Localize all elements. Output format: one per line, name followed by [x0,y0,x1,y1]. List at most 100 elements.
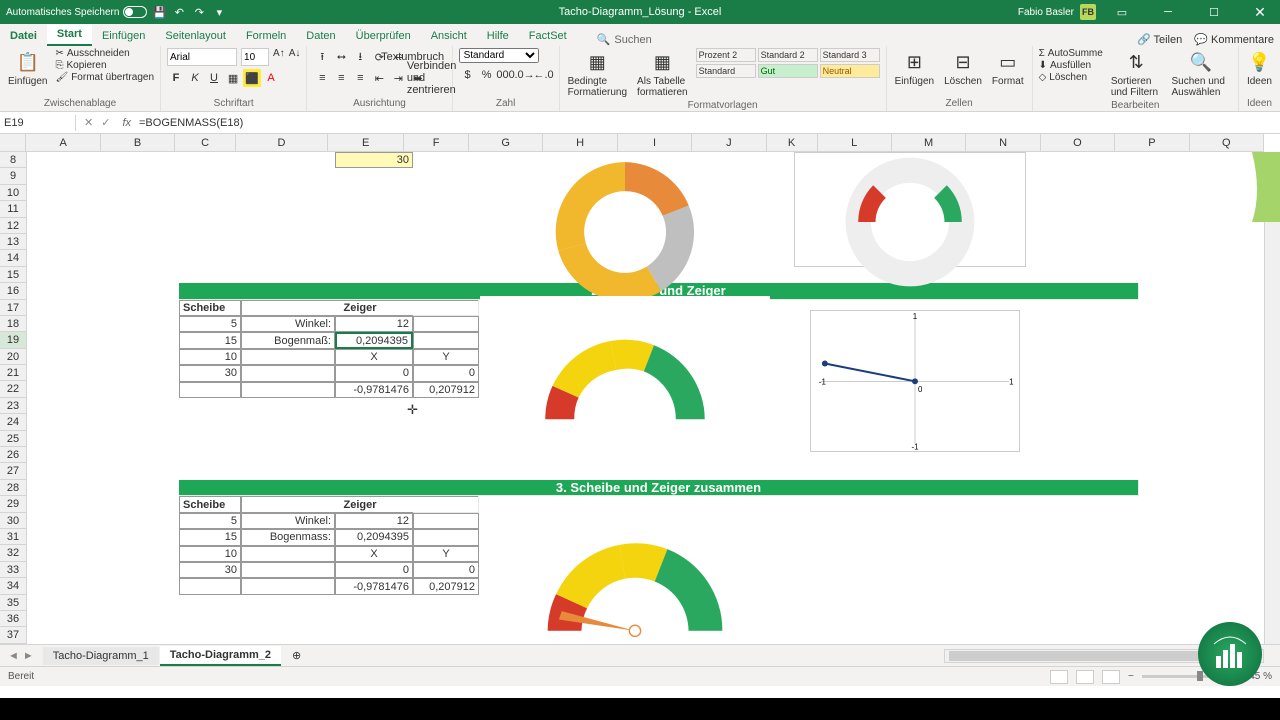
view-pagebreak-icon[interactable] [1102,670,1120,684]
save-icon[interactable]: 💾 [151,4,167,20]
cell[interactable]: 0,207912 [413,578,479,594]
fill-button[interactable]: ⬇ Ausfüllen [1039,60,1103,71]
font-family-select[interactable] [167,48,237,66]
cell[interactable]: 0,207912 [413,382,479,398]
conditional-formatting-button[interactable]: ▦Bedingte Formatierung [566,48,629,100]
grow-font-icon[interactable]: A↑ [273,48,285,66]
align-mid-icon[interactable]: ⭤ [332,48,350,66]
insert-cells-button[interactable]: ⊞Einfügen [893,48,936,89]
merge-center-button[interactable]: ⬌ Verbinden und zentrieren [408,69,445,87]
delete-cells-button[interactable]: ⊟Löschen [942,48,984,89]
format-as-table-button[interactable]: ▦Als Tabelle formatieren [635,48,690,100]
tab-seitenlayout[interactable]: Seitenlayout [155,26,236,46]
column-headers[interactable]: A B C D E F G H I J K L M N O P Q [0,134,1264,152]
find-select-button[interactable]: 🔍Suchen und Auswählen [1170,48,1232,100]
dec-decimal-icon[interactable]: ←.0 [535,66,553,84]
cell[interactable]: Bogenmaß: [241,332,335,348]
undo-icon[interactable]: ↶ [171,4,187,20]
sheet-tab-1[interactable]: Tacho-Diagramm_1 [43,647,159,665]
style-prozent2[interactable]: Prozent 2 [696,48,756,62]
cell[interactable]: Bogenmass: [241,529,335,545]
tab-ueberpruefen[interactable]: Überprüfen [346,26,421,46]
bold-button[interactable]: F [167,69,185,87]
cell[interactable]: Y [413,349,479,365]
sheet-tab-2[interactable]: Tacho-Diagramm_2 [160,646,281,666]
chart-gauge-2[interactable] [480,296,770,456]
view-normal-icon[interactable] [1050,670,1068,684]
cancel-formula-icon[interactable]: ✕ [84,116,93,129]
cell[interactable]: 0,2094395 [335,332,413,348]
tab-ansicht[interactable]: Ansicht [421,26,477,46]
cell[interactable]: 12 [335,316,413,332]
format-painter-button[interactable]: 🖌 Format übertragen [55,72,154,83]
cell[interactable] [413,529,479,545]
name-box[interactable]: E19 [0,115,76,131]
tab-start[interactable]: Start [47,24,92,46]
chart-donut-2[interactable] [794,152,1026,267]
formula-input[interactable]: =BOGENMASS(E18) [135,115,247,131]
cell[interactable]: 30 [179,365,241,381]
font-color-button[interactable]: A [262,69,280,87]
share-button[interactable]: 🔗 Teilen [1137,33,1182,46]
cell[interactable] [413,513,479,529]
cell[interactable] [179,382,241,398]
style-standard3[interactable]: Standard 3 [820,48,880,62]
fx-icon[interactable]: fx [118,117,135,129]
format-cells-button[interactable]: ▭Format [990,48,1026,89]
border-button[interactable]: ▦ [224,69,242,87]
chart-xy-pointer[interactable]: 1 -1 -1 1 0 [810,310,1020,452]
tab-einfuegen[interactable]: Einfügen [92,26,155,46]
vertical-scrollbar[interactable] [1264,152,1280,644]
worksheet-area[interactable]: A B C D E F G H I J K L M N O P Q 891011… [0,134,1280,644]
cell[interactable]: 12 [335,513,413,529]
cell[interactable] [241,546,335,562]
fill-color-button[interactable]: ⬛ [243,69,261,87]
cell[interactable]: Y [413,546,479,562]
maximize-button[interactable]: ☐ [1194,0,1234,24]
cell[interactable] [413,332,479,348]
cell[interactable]: Winkel: [241,513,335,529]
cell[interactable] [241,382,335,398]
shrink-font-icon[interactable]: A↓ [289,48,301,66]
cell[interactable]: 0 [413,562,479,578]
cell[interactable]: 10 [179,349,241,365]
align-bot-icon[interactable]: ⭳ [351,48,369,66]
cell[interactable] [179,578,241,594]
currency-icon[interactable]: $ [459,66,477,84]
clear-button[interactable]: ◇ Löschen [1039,72,1103,83]
cell[interactable]: 5 [179,513,241,529]
sort-filter-button[interactable]: ⇅Sortieren und Filtern [1109,48,1164,100]
close-button[interactable]: ✕ [1240,0,1280,24]
cell[interactable]: Winkel: [241,316,335,332]
underline-button[interactable]: U [205,69,223,87]
cell[interactable]: Scheibe [179,496,241,512]
view-layout-icon[interactable] [1076,670,1094,684]
zoom-out-icon[interactable]: − [1128,671,1134,682]
cell[interactable]: Scheibe [179,300,241,316]
align-left-icon[interactable]: ≡ [313,69,331,87]
cell[interactable] [413,300,479,316]
cell[interactable]: 30 [335,152,413,168]
tab-formeln[interactable]: Formeln [236,26,296,46]
autosave-toggle[interactable]: Automatisches Speichern [6,6,147,18]
cell[interactable]: X [335,546,413,562]
number-format-select[interactable]: Standard [459,48,539,63]
cell[interactable]: 15 [179,332,241,348]
cut-button[interactable]: ✂ Ausschneiden [55,48,154,59]
cell[interactable] [241,365,335,381]
percent-icon[interactable]: % [478,66,496,84]
italic-button[interactable]: K [186,69,204,87]
cell[interactable]: X [335,349,413,365]
ribbon-options-icon[interactable]: ▭ [1102,0,1142,24]
chart-donut-1[interactable] [480,152,770,267]
style-gut[interactable]: Gut [758,64,818,78]
cell[interactable]: 0,2094395 [335,529,413,545]
tab-factset[interactable]: FactSet [519,26,577,46]
tab-hilfe[interactable]: Hilfe [477,26,519,46]
user-badge[interactable]: FB [1080,4,1096,20]
row-headers[interactable]: 8910111213141516171819202122232425262728… [0,152,27,644]
align-top-icon[interactable]: ⭱ [313,48,331,66]
cell[interactable]: -0,9781476 [335,578,413,594]
autosum-button[interactable]: Σ AutoSumme [1039,48,1103,59]
style-standard2[interactable]: Standard 2 [758,48,818,62]
